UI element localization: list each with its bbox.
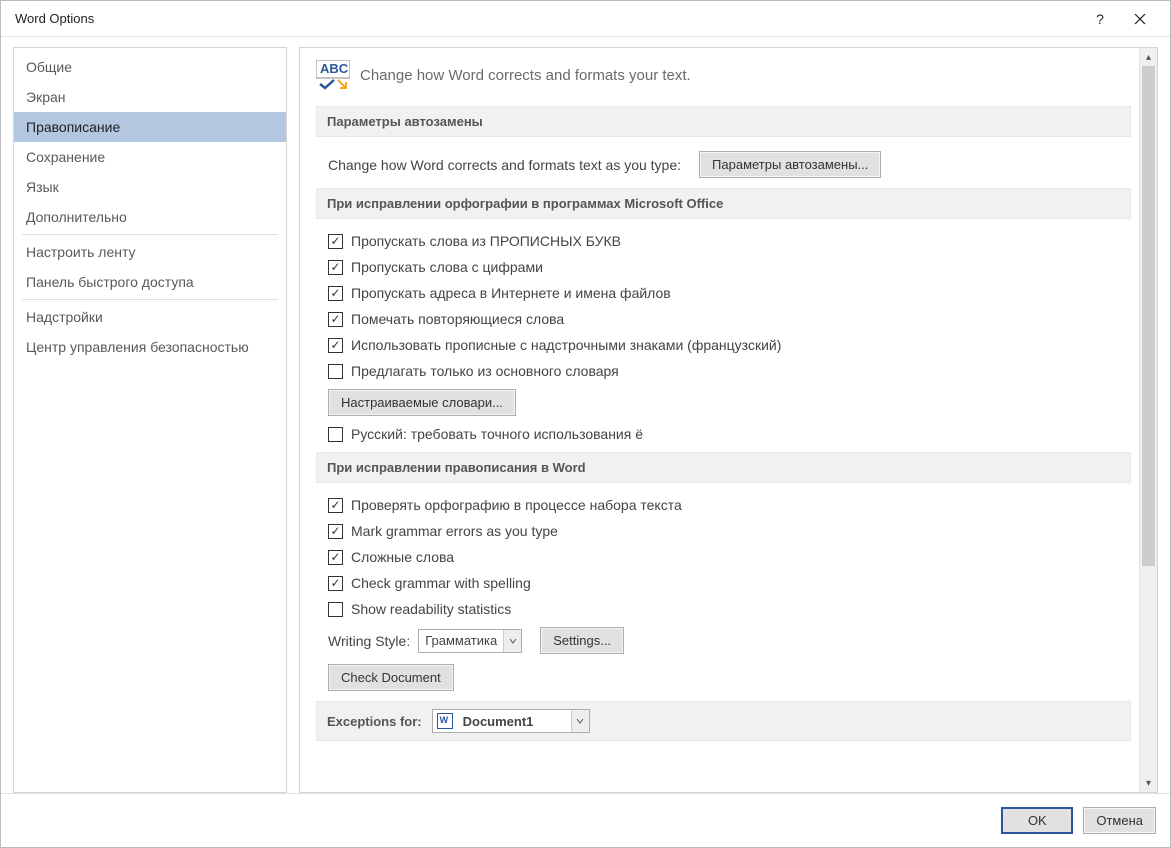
section-spelling-word: При исправлении правописания в Word — [316, 452, 1131, 483]
checkbox-grammar-spelling[interactable] — [328, 576, 343, 591]
dialog-title: Word Options — [15, 11, 1080, 26]
label-ignore-uppercase: Пропускать слова из ПРОПИСНЫХ БУКВ — [351, 233, 621, 249]
label-grammar-spelling: Check grammar with spelling — [351, 575, 531, 591]
label-flag-repeated: Помечать повторяющиеся слова — [351, 311, 564, 327]
checkbox-ignore-urls[interactable] — [328, 286, 343, 301]
ok-button[interactable]: OK — [1001, 807, 1073, 834]
check-document-button[interactable]: Check Document — [328, 664, 454, 691]
label-grammar-as-type: Mark grammar errors as you type — [351, 523, 558, 539]
writing-style-value: Грамматика — [419, 633, 503, 648]
label-main-dict-only: Предлагать только из основного словаря — [351, 363, 619, 379]
checkbox-main-dict-only[interactable] — [328, 364, 343, 379]
sidebar-item-quick-access[interactable]: Панель быстрого доступа — [14, 267, 286, 297]
vertical-scrollbar[interactable]: ▴ ▾ — [1139, 48, 1157, 792]
word-options-dialog: Word Options ? Общие Экран Правописание … — [0, 0, 1171, 848]
exceptions-value: Document1 — [457, 714, 567, 729]
checkbox-ignore-numbers[interactable] — [328, 260, 343, 275]
label-ignore-numbers: Пропускать слова с цифрами — [351, 259, 543, 275]
page-header-text: Change how Word corrects and formats you… — [360, 67, 691, 84]
sidebar-item-advanced[interactable]: Дополнительно — [14, 202, 286, 232]
section-exceptions: Exceptions for: Document1 — [316, 701, 1131, 741]
label-confused-words: Сложные слова — [351, 549, 454, 565]
scroll-down-icon[interactable]: ▾ — [1140, 774, 1157, 792]
main-panel: ABC Change how Word corrects and formats… — [299, 47, 1158, 793]
chevron-down-icon — [503, 630, 521, 652]
settings-button[interactable]: Settings... — [540, 627, 624, 654]
autocorrect-desc: Change how Word corrects and formats tex… — [328, 157, 681, 173]
label-accented-french: Использовать прописные с надстрочными зн… — [351, 337, 781, 353]
sidebar: Общие Экран Правописание Сохранение Язык… — [13, 47, 287, 793]
word-doc-icon — [437, 713, 453, 729]
titlebar: Word Options ? — [1, 1, 1170, 37]
dialog-footer: OK Отмена — [1, 793, 1170, 847]
checkbox-ignore-uppercase[interactable] — [328, 234, 343, 249]
help-button[interactable]: ? — [1080, 4, 1120, 34]
checkbox-readability[interactable] — [328, 602, 343, 617]
sidebar-divider — [22, 299, 278, 300]
svg-text:ABC: ABC — [320, 61, 349, 76]
cancel-button[interactable]: Отмена — [1083, 807, 1156, 834]
checkbox-spell-as-type[interactable] — [328, 498, 343, 513]
sidebar-item-save[interactable]: Сохранение — [14, 142, 286, 172]
checkbox-grammar-as-type[interactable] — [328, 524, 343, 539]
autocorrect-row: Change how Word corrects and formats tex… — [328, 151, 1131, 178]
label-russian-yo: Русский: требовать точного использования… — [351, 426, 643, 442]
exceptions-select[interactable]: Document1 — [432, 709, 590, 733]
scroll-up-icon[interactable]: ▴ — [1140, 48, 1157, 66]
scrollbar-thumb[interactable] — [1142, 66, 1155, 566]
checkbox-accented-french[interactable] — [328, 338, 343, 353]
sidebar-item-general[interactable]: Общие — [14, 52, 286, 82]
writing-style-select[interactable]: Грамматика — [418, 629, 522, 653]
chevron-down-icon — [571, 710, 589, 732]
page-header: ABC Change how Word corrects and formats… — [316, 60, 1131, 90]
sidebar-item-proofing[interactable]: Правописание — [14, 112, 286, 142]
proofing-icon: ABC — [316, 60, 350, 90]
sidebar-item-addins[interactable]: Надстройки — [14, 302, 286, 332]
sidebar-item-language[interactable]: Язык — [14, 172, 286, 202]
custom-dictionaries-button[interactable]: Настраиваемые словари... — [328, 389, 516, 416]
close-icon — [1134, 13, 1146, 25]
main-content: ABC Change how Word corrects and formats… — [300, 48, 1139, 792]
checkbox-flag-repeated[interactable] — [328, 312, 343, 327]
close-button[interactable] — [1120, 4, 1160, 34]
writing-style-row: Writing Style: Грамматика Settings... — [328, 627, 1131, 654]
sidebar-divider — [22, 234, 278, 235]
section-autocorrect: Параметры автозамены — [316, 106, 1131, 137]
label-readability: Show readability statistics — [351, 601, 511, 617]
checkbox-confused-words[interactable] — [328, 550, 343, 565]
exceptions-label: Exceptions for: — [327, 714, 422, 729]
autocorrect-options-button[interactable]: Параметры автозамены... — [699, 151, 881, 178]
checkbox-russian-yo[interactable] — [328, 427, 343, 442]
sidebar-item-customize-ribbon[interactable]: Настроить ленту — [14, 237, 286, 267]
label-spell-as-type: Проверять орфографию в процессе набора т… — [351, 497, 682, 513]
sidebar-item-trust-center[interactable]: Центр управления безопасностью — [14, 332, 286, 362]
writing-style-label: Writing Style: — [328, 633, 410, 649]
sidebar-item-display[interactable]: Экран — [14, 82, 286, 112]
dialog-body: Общие Экран Правописание Сохранение Язык… — [1, 37, 1170, 793]
label-ignore-urls: Пропускать адреса в Интернете и имена фа… — [351, 285, 671, 301]
section-spelling-office: При исправлении орфографии в программах … — [316, 188, 1131, 219]
